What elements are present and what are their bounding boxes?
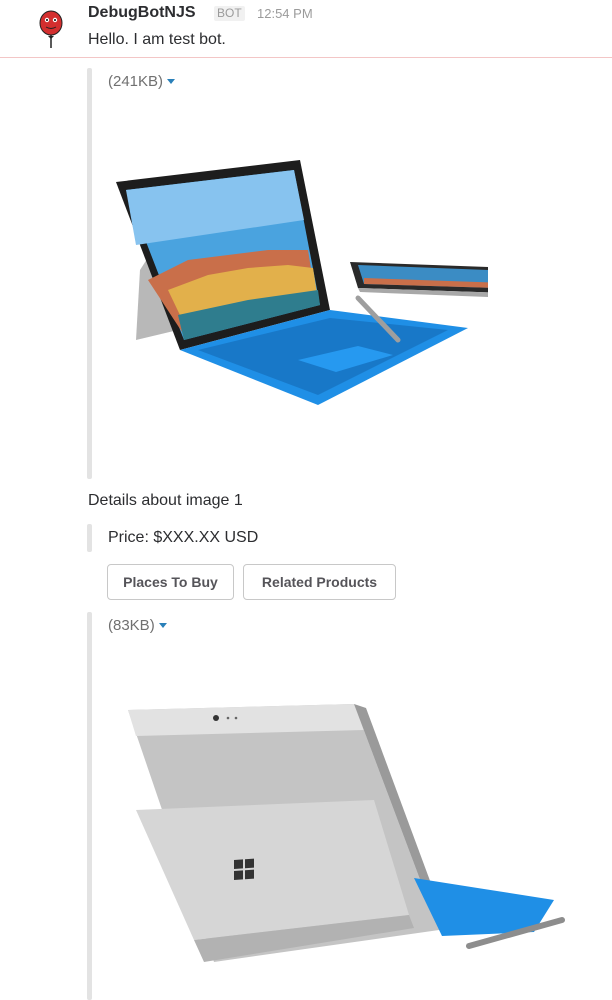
attachment-1-size-label: (241KB) [108,73,164,90]
attachment-2-image[interactable] [124,700,574,990]
attachment-2-bar [87,612,92,1000]
caret-down-icon[interactable] [167,78,176,84]
bot-badge: BOT [214,6,245,21]
details-bar [87,524,92,552]
sender-name[interactable]: DebugBotNJS [88,4,196,22]
related-products-button[interactable]: Related Products [243,564,396,600]
price-text: Price: $XXX.XX USD [108,529,259,546]
attachment-1-image[interactable] [108,150,488,420]
message-text: Hello. I am test bot. [88,31,226,48]
caret-down-icon[interactable] [158,622,167,628]
message-header: DebugBotNJS BOT 12:54 PM Hello. I am tes… [0,0,612,58]
bot-avatar-balloon-icon[interactable] [36,10,66,50]
attachment-2-size-label: (83KB) [108,617,155,634]
attachment-1-bar [87,68,92,479]
message-timestamp[interactable]: 12:54 PM [257,6,313,21]
details-title: Details about image 1 [88,492,243,509]
attachment-1-filesize[interactable]: (241KB) [108,73,176,90]
attachment-2-filesize[interactable]: (83KB) [108,617,167,634]
places-to-buy-button[interactable]: Places To Buy [107,564,234,600]
